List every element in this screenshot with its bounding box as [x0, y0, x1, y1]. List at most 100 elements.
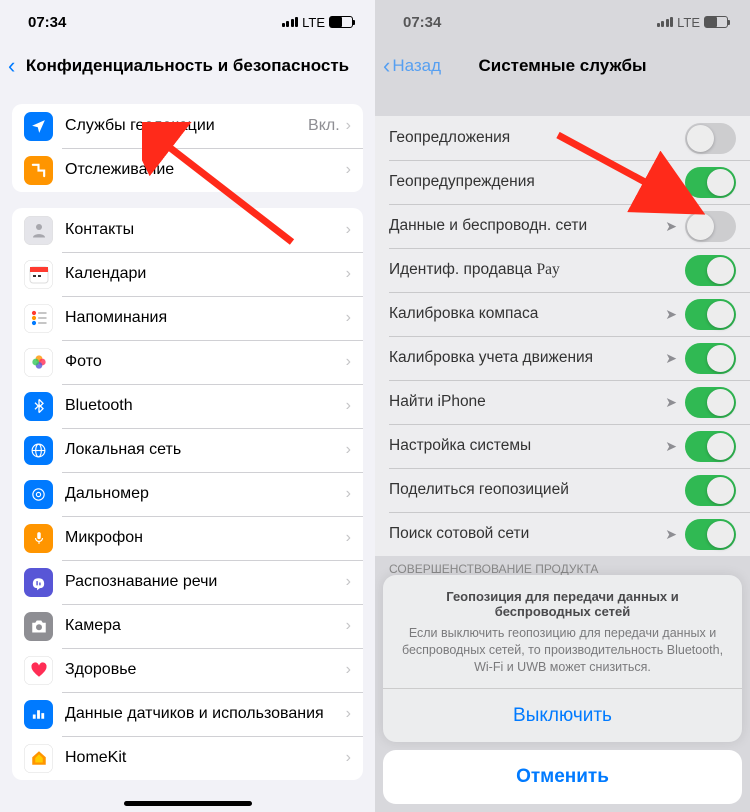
toggle-switch[interactable] — [685, 299, 736, 330]
row-label: Поиск сотовой сети — [389, 525, 665, 543]
toggle-switch[interactable] — [685, 255, 736, 286]
back-button[interactable]: ‹ — [8, 53, 15, 79]
toggle-switch[interactable] — [685, 387, 736, 418]
back-label: Назад — [392, 56, 441, 76]
row-label: Напоминания — [65, 309, 346, 327]
chevron-right-icon: › — [346, 161, 351, 179]
toggle-switch[interactable] — [685, 475, 736, 506]
row-measure[interactable]: Дальномер› — [12, 472, 363, 516]
alert-title: Геопозиция для передачи данных и беспров… — [399, 589, 726, 619]
row-label: Bluetooth — [65, 397, 346, 415]
toggle-switch[interactable] — [685, 211, 736, 242]
tracking-icon — [24, 156, 53, 185]
privacy-screen: 07:34 LTE ‹ Конфиденциальность и безопас… — [0, 0, 375, 812]
row-label: Микрофон — [65, 529, 346, 547]
chevron-right-icon: › — [346, 485, 351, 503]
row-label: Камера — [65, 617, 346, 635]
toggle-switch[interactable] — [685, 519, 736, 550]
status-bar: 07:34 LTE — [0, 0, 375, 44]
chevron-right-icon: › — [346, 221, 351, 239]
row-label: Локальная сеть — [65, 441, 346, 459]
contacts-icon — [24, 216, 53, 245]
location-arrow-icon: ➤ — [665, 174, 677, 191]
row-location-services[interactable]: Службы геолокации Вкл. › — [12, 104, 363, 148]
toggle-row: Идентиф. продавца Pay — [375, 248, 750, 292]
alert-card: Геопозиция для передачи данных и беспров… — [383, 575, 742, 742]
toggle-switch[interactable] — [685, 123, 736, 154]
row-reminders[interactable]: Напоминания› — [12, 296, 363, 340]
location-icon — [24, 112, 53, 141]
chevron-right-icon: › — [346, 529, 351, 547]
row-label: Геопредложения — [389, 129, 685, 147]
row-label: Отслеживание — [65, 161, 346, 179]
row-localnet[interactable]: Локальная сеть› — [12, 428, 363, 472]
toggle-row: Геопредложения — [375, 116, 750, 160]
list-group-apps: Контакты›Календари›Напоминания›Фото›Blue… — [12, 208, 363, 780]
toggle-row: Калибровка учета движения➤ — [375, 336, 750, 380]
chevron-right-icon: › — [346, 117, 351, 135]
row-calendar[interactable]: Календари› — [12, 252, 363, 296]
health-icon — [24, 656, 53, 685]
toggle-row: Найти iPhone➤ — [375, 380, 750, 424]
toggle-row: Поиск сотовой сети➤ — [375, 512, 750, 556]
row-bluetooth[interactable]: Bluetooth› — [12, 384, 363, 428]
row-camera[interactable]: Камера› — [12, 604, 363, 648]
row-contacts[interactable]: Контакты› — [12, 208, 363, 252]
page-title: Конфиденциальность и безопасность — [0, 56, 375, 76]
signal-icon — [657, 17, 674, 27]
chevron-right-icon: › — [346, 265, 351, 283]
row-homekit[interactable]: HomeKit› — [12, 736, 363, 780]
measure-icon — [24, 480, 53, 509]
row-photos[interactable]: Фото› — [12, 340, 363, 384]
row-sensors[interactable]: Данные датчиков и использования› — [12, 692, 363, 736]
calendar-icon — [24, 260, 53, 289]
row-label: Фото — [65, 353, 346, 371]
toggle-row: Поделиться геопозицией — [375, 468, 750, 512]
chevron-right-icon: › — [346, 309, 351, 327]
system-services-list: ГеопредложенияГеопредупреждения➤Данные и… — [375, 116, 750, 556]
camera-icon — [24, 612, 53, 641]
status-time: 07:34 — [28, 14, 66, 31]
mic-icon — [24, 524, 53, 553]
photos-icon — [24, 348, 53, 377]
back-button[interactable]: ‹Назад — [383, 53, 441, 79]
row-label: Идентиф. продавца Pay — [389, 261, 685, 279]
row-label: Калибровка компаса — [389, 305, 665, 323]
localnet-icon — [24, 436, 53, 465]
row-speech[interactable]: Распознавание речи› — [12, 560, 363, 604]
status-right: LTE — [657, 15, 728, 30]
toggle-switch[interactable] — [685, 343, 736, 374]
network-label: LTE — [302, 15, 325, 30]
row-label: Календари — [65, 265, 346, 283]
row-mic[interactable]: Микрофон› — [12, 516, 363, 560]
signal-icon — [282, 17, 299, 27]
chevron-right-icon: › — [346, 573, 351, 591]
row-label: Найти iPhone — [389, 393, 665, 411]
row-tracking[interactable]: Отслеживание › — [12, 148, 363, 192]
row-label: Данные датчиков и использования — [65, 705, 346, 723]
chevron-right-icon: › — [346, 661, 351, 679]
toggle-switch[interactable] — [685, 167, 736, 198]
alert-action-button[interactable]: Выключить — [383, 688, 742, 742]
network-label: LTE — [677, 15, 700, 30]
row-health[interactable]: Здоровье› — [12, 648, 363, 692]
chevron-left-icon: ‹ — [383, 53, 390, 79]
system-services-screen: 07:34 LTE ‹Назад Системные службы Геопре… — [375, 0, 750, 812]
bluetooth-icon — [24, 392, 53, 421]
sensors-icon — [24, 700, 53, 729]
toggle-switch[interactable] — [685, 431, 736, 462]
row-label: Калибровка учета движения — [389, 349, 665, 367]
status-time: 07:34 — [403, 14, 441, 31]
alert-cancel-button[interactable]: Отменить — [383, 750, 742, 804]
location-arrow-icon: ➤ — [665, 526, 677, 543]
row-label: Здоровье — [65, 661, 346, 679]
battery-icon — [329, 16, 353, 28]
chevron-right-icon: › — [346, 749, 351, 767]
battery-icon — [704, 16, 728, 28]
row-label: Настройка системы — [389, 437, 665, 455]
chevron-left-icon: ‹ — [8, 53, 15, 79]
location-arrow-icon: ➤ — [665, 394, 677, 411]
row-value: Вкл. — [308, 117, 340, 135]
toggle-row: Настройка системы➤ — [375, 424, 750, 468]
toggle-row: Данные и беспроводн. сети➤ — [375, 204, 750, 248]
